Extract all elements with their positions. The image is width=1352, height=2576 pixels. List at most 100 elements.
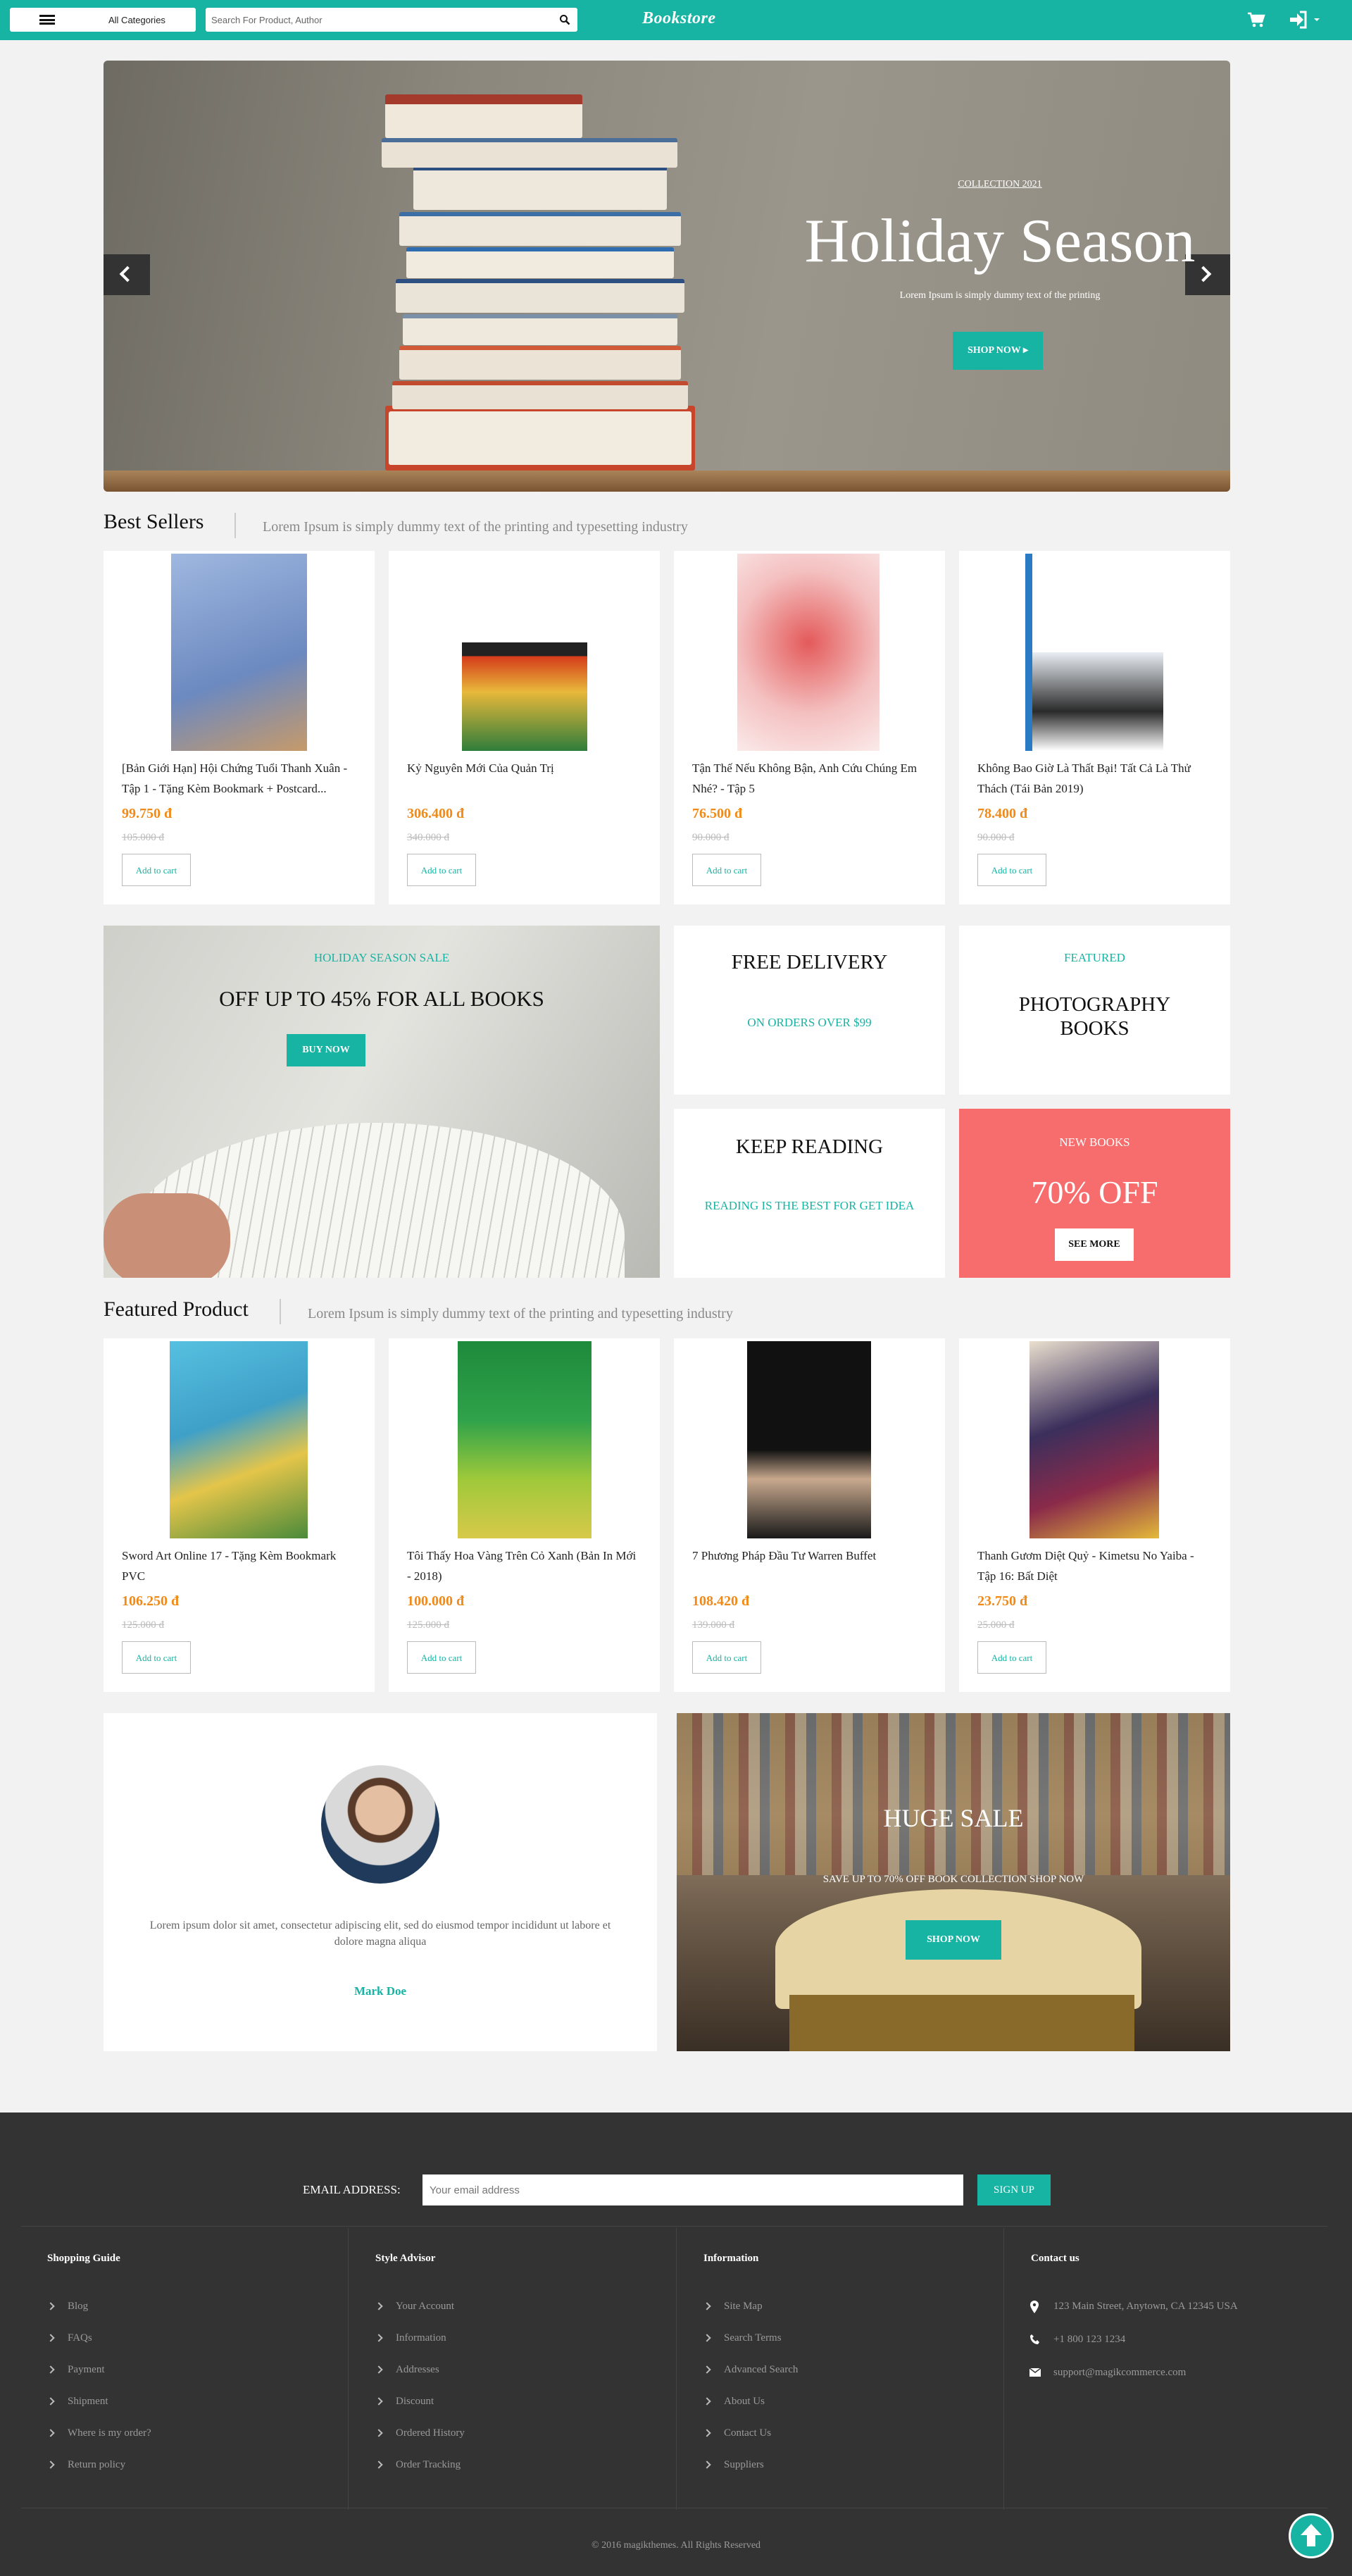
section-divider (234, 513, 236, 538)
footer-link[interactable]: FAQs (46, 2332, 92, 2344)
product-price: 108.420 đ (692, 1593, 750, 1609)
footer-link[interactable]: Site Map (703, 2301, 763, 2313)
product-name[interactable]: 7 Phương Pháp Đầu Tư Warren Buffet (692, 1545, 925, 1566)
product-card: Thanh Gươm Diệt Quỷ - Kimetsu No Yaiba -… (959, 1338, 1230, 1692)
categories-dropdown[interactable]: All Categories (10, 8, 196, 32)
hero-prev-button[interactable] (104, 254, 150, 295)
newsletter-email-input[interactable] (423, 2174, 963, 2205)
product-old-price: 125.000 đ (122, 1619, 164, 1631)
add-to-cart-button[interactable]: Add to cart (692, 854, 761, 886)
footer-link[interactable]: Ordered History (375, 2427, 465, 2439)
product-old-price: 125.000 đ (407, 1619, 449, 1631)
product-card: Tận Thế Nếu Không Bận, Anh Cứu Chúng Em … (674, 551, 945, 904)
huge-sale-banner[interactable]: HUGE SALE SAVE UP TO 70% OFF BOOK COLLEC… (677, 1713, 1230, 2051)
product-old-price: 139.000 đ (692, 1619, 734, 1631)
sign-in-icon[interactable] (1289, 10, 1322, 30)
copyright: © 2016 magikthemes. All Rights Reserved (591, 2540, 761, 2551)
product-name[interactable]: [Bản Giới Hạn] Hội Chứng Tuổi Thanh Xuân… (122, 758, 354, 799)
book-cover-image[interactable] (737, 554, 880, 751)
footer-link[interactable]: Payment (46, 2364, 105, 2376)
add-to-cart-button[interactable]: Add to cart (977, 854, 1046, 886)
footer-link[interactable]: Blog (46, 2301, 88, 2313)
new-books-banner[interactable]: NEW BOOKS 70% OFF SEE MORE (959, 1109, 1230, 1278)
featured-photography-banner[interactable]: FEATURED PHOTOGRAPHY BOOKS (959, 926, 1230, 1095)
add-to-cart-button[interactable]: Add to cart (407, 1641, 476, 1674)
new-books-eyebrow: NEW BOOKS (1059, 1135, 1130, 1149)
avatar (321, 1765, 439, 1884)
footer-link[interactable]: Information (375, 2332, 446, 2344)
product-name[interactable]: Tôi Thấy Hoa Vàng Trên Cỏ Xanh (Bản In M… (407, 1545, 639, 1586)
footer-link[interactable]: Addresses (375, 2364, 439, 2376)
footer-link[interactable]: Discount (375, 2396, 434, 2408)
search-icon[interactable] (559, 14, 570, 25)
contact-address: 123 Main Street, Anytown, CA 12345 USA (1053, 2301, 1238, 2312)
cart-icon[interactable] (1246, 11, 1266, 29)
envelope-icon (1029, 2368, 1041, 2377)
product-price: 100.000 đ (407, 1593, 465, 1609)
add-to-cart-button[interactable]: Add to cart (407, 854, 476, 886)
footer-col-title: Shopping Guide (47, 2253, 120, 2264)
keep-reading-title: KEEP READING (735, 1135, 884, 1158)
keep-reading-banner[interactable]: KEEP READING READING IS THE BEST FOR GET… (674, 1109, 945, 1278)
book-cover-image[interactable] (1025, 554, 1163, 751)
featured-title-line1: PHOTOGRAPHY (1018, 993, 1171, 1016)
book-cover-image[interactable] (171, 554, 307, 751)
footer-link[interactable]: Order Tracking (375, 2459, 461, 2471)
book-cover-image[interactable] (458, 1341, 592, 1538)
logo[interactable]: Bookstore (642, 9, 716, 28)
footer-link[interactable]: Shipment (46, 2396, 108, 2408)
product-name[interactable]: Sword Art Online 17 - Tặng Kèm Bookmark … (122, 1545, 354, 1586)
footer-link[interactable]: Search Terms (703, 2332, 782, 2344)
product-old-price: 90.000 đ (977, 832, 1015, 843)
book-cover-image[interactable] (1029, 1341, 1159, 1538)
add-to-cart-button[interactable]: Add to cart (122, 1641, 191, 1674)
product-name[interactable]: Thanh Gươm Diệt Quỷ - Kimetsu No Yaiba -… (977, 1545, 1210, 1586)
product-card: Sword Art Online 17 - Tặng Kèm Bookmark … (104, 1338, 375, 1692)
book-cover-image[interactable] (170, 1341, 308, 1538)
footer-col-title: Style Advisor (375, 2253, 436, 2264)
phone-icon (1030, 2334, 1039, 2344)
add-to-cart-button[interactable]: Add to cart (692, 1641, 761, 1674)
see-more-button[interactable]: SEE MORE (1055, 1228, 1134, 1261)
footer-link[interactable]: Advanced Search (703, 2364, 798, 2376)
footer-divider (676, 2228, 677, 2510)
product-name[interactable]: Kỷ Nguyên Mới Của Quản Trị (407, 758, 639, 778)
footer-link[interactable]: Your Account (375, 2301, 454, 2313)
product-old-price: 25.000 đ (977, 1619, 1015, 1631)
product-name[interactable]: Không Bao Giờ Là Thất Bại! Tất Cả Là Thử… (977, 758, 1210, 799)
holiday-sale-eyebrow: HOLIDAY SEASON SALE (313, 951, 450, 964)
footer-link[interactable]: About Us (703, 2396, 765, 2408)
holiday-sale-title: OFF UP TO 45% FOR ALL BOOKS (219, 986, 544, 1011)
chevron-left-icon (119, 266, 136, 282)
contact-email[interactable]: support@magikcommerce.com (1053, 2367, 1186, 2379)
featured-eyebrow: FEATURED (1064, 951, 1125, 964)
sign-up-button[interactable]: SIGN UP (977, 2174, 1051, 2205)
hero-shop-now-button[interactable]: SHOP NOW ▸ (953, 332, 1043, 370)
map-marker-icon (1030, 2301, 1039, 2313)
footer-link[interactable]: Return policy (46, 2459, 125, 2471)
buy-now-button[interactable]: BUY NOW (287, 1034, 365, 1066)
product-old-price: 105.000 đ (122, 832, 164, 843)
add-to-cart-button[interactable]: Add to cart (122, 854, 191, 886)
search-input[interactable] (211, 13, 542, 27)
product-card: Kỷ Nguyên Mới Của Quản Trị 306.400 đ 340… (389, 551, 660, 904)
book-cover-image[interactable] (747, 1341, 871, 1538)
testimonial-quote: Lorem ipsum dolor sit amet, consectetur … (149, 1919, 611, 1948)
footer-link[interactable]: Suppliers (703, 2459, 764, 2471)
back-to-top-button[interactable] (1289, 2513, 1334, 2558)
huge-sale-title: HUGE SALE (883, 1804, 1024, 1832)
huge-sale-shop-now-button[interactable]: SHOP NOW (906, 1920, 1001, 1960)
testimonial-author: Mark Doe (353, 1984, 407, 1998)
add-to-cart-button[interactable]: Add to cart (977, 1641, 1046, 1674)
product-name[interactable]: Tận Thế Nếu Không Bận, Anh Cứu Chúng Em … (692, 758, 925, 799)
product-old-price: 340.000 đ (407, 832, 449, 843)
footer-link[interactable]: Where is my order? (46, 2427, 151, 2439)
hero-title: Holiday Season (804, 207, 1196, 275)
book-cover-image[interactable] (462, 554, 587, 751)
product-price: 78.400 đ (977, 806, 1028, 821)
product-price: 99.750 đ (122, 806, 173, 821)
free-delivery-banner[interactable]: FREE DELIVERY ON ORDERS OVER $99 (674, 926, 945, 1095)
footer-link[interactable]: Contact Us (703, 2427, 771, 2439)
holiday-sale-banner[interactable]: HOLIDAY SEASON SALE OFF UP TO 45% FOR AL… (104, 926, 660, 1278)
hero-eyebrow[interactable]: COLLECTION 2021 (915, 179, 1084, 190)
